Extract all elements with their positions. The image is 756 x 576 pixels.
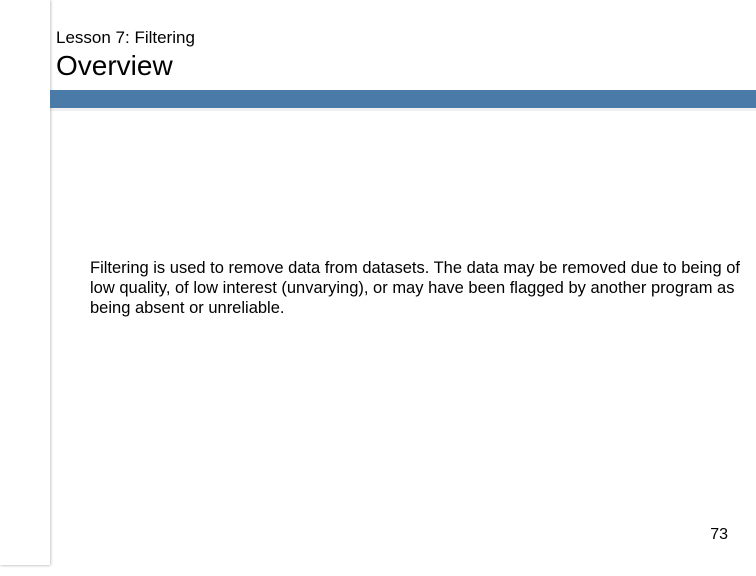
slide: Lesson 7: Filtering Overview Filtering i… [0, 0, 756, 576]
slide-header: Lesson 7: Filtering Overview [56, 28, 746, 83]
slide-body: Filtering is used to remove data from da… [90, 258, 744, 318]
header-divider [50, 90, 756, 108]
lesson-kicker: Lesson 7: Filtering [56, 28, 746, 48]
slide-title: Overview [56, 50, 746, 82]
page-number: 73 [710, 526, 728, 544]
left-stripe [0, 0, 50, 565]
body-paragraph: Filtering is used to remove data from da… [90, 258, 744, 318]
